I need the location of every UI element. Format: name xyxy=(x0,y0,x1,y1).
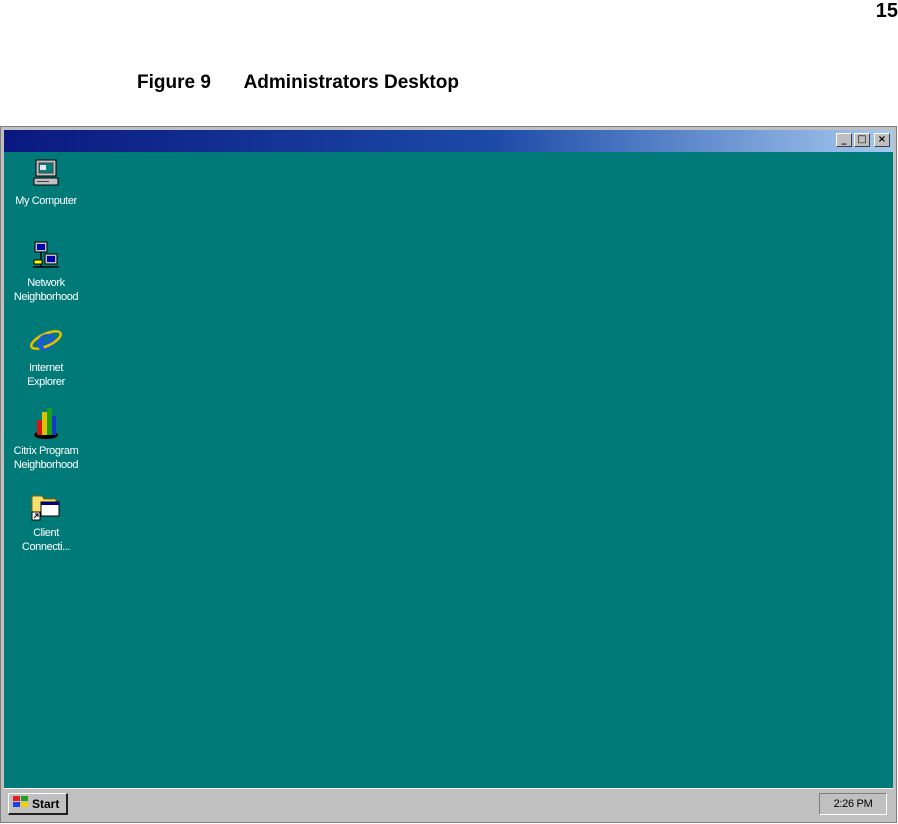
network-neighborhood-icon xyxy=(4,240,88,272)
desktop-icon-label: Internet Explorer xyxy=(27,362,65,388)
desktop-window: _ □ × My Computer Network Neighborhood e… xyxy=(0,126,897,823)
desktop-area[interactable]: My Computer Network Neighborhood e Inter… xyxy=(4,152,893,788)
close-button[interactable]: × xyxy=(874,133,890,147)
citrix-program-neighborhood-icon xyxy=(4,406,88,440)
desktop-icon-citrix-program-neighborhood[interactable]: Citrix Program Neighborhood xyxy=(4,406,88,472)
desktop-icon-my-computer[interactable]: My Computer xyxy=(4,158,88,208)
desktop-icon-label: Network Neighborhood xyxy=(13,277,79,303)
minimize-button[interactable]: _ xyxy=(836,133,852,147)
internet-explorer-icon: e xyxy=(4,323,88,357)
desktop-icon-network-neighborhood[interactable]: Network Neighborhood xyxy=(4,240,88,304)
taskbar: Start 2:26 PM xyxy=(4,788,893,819)
taskbar-clock[interactable]: 2:26 PM xyxy=(819,793,887,815)
desktop-icon-client-connection[interactable]: Client Connecti... xyxy=(4,490,88,554)
client-connection-shortcut-icon xyxy=(4,490,88,522)
desktop-icon-label: Client Connecti... xyxy=(21,527,71,553)
figure-label: Figure 9 xyxy=(137,72,211,93)
page-number: 15 xyxy=(875,0,898,22)
desktop-icon-label: My Computer xyxy=(15,195,77,207)
windows-logo-icon xyxy=(12,795,32,812)
desktop-icon-label: Citrix Program Neighborhood xyxy=(13,445,79,471)
svg-text:e: e xyxy=(37,323,56,357)
figure-title: Administrators Desktop xyxy=(243,72,459,93)
title-bar[interactable]: _ □ × xyxy=(4,130,893,152)
maximize-button[interactable]: □ xyxy=(854,133,870,147)
my-computer-icon xyxy=(4,158,88,190)
desktop-icon-internet-explorer[interactable]: e Internet Explorer xyxy=(4,323,88,389)
start-button[interactable]: Start xyxy=(8,793,68,815)
start-label: Start xyxy=(32,796,60,811)
figure-caption: Figure 9 Administrators Desktop xyxy=(137,72,459,94)
